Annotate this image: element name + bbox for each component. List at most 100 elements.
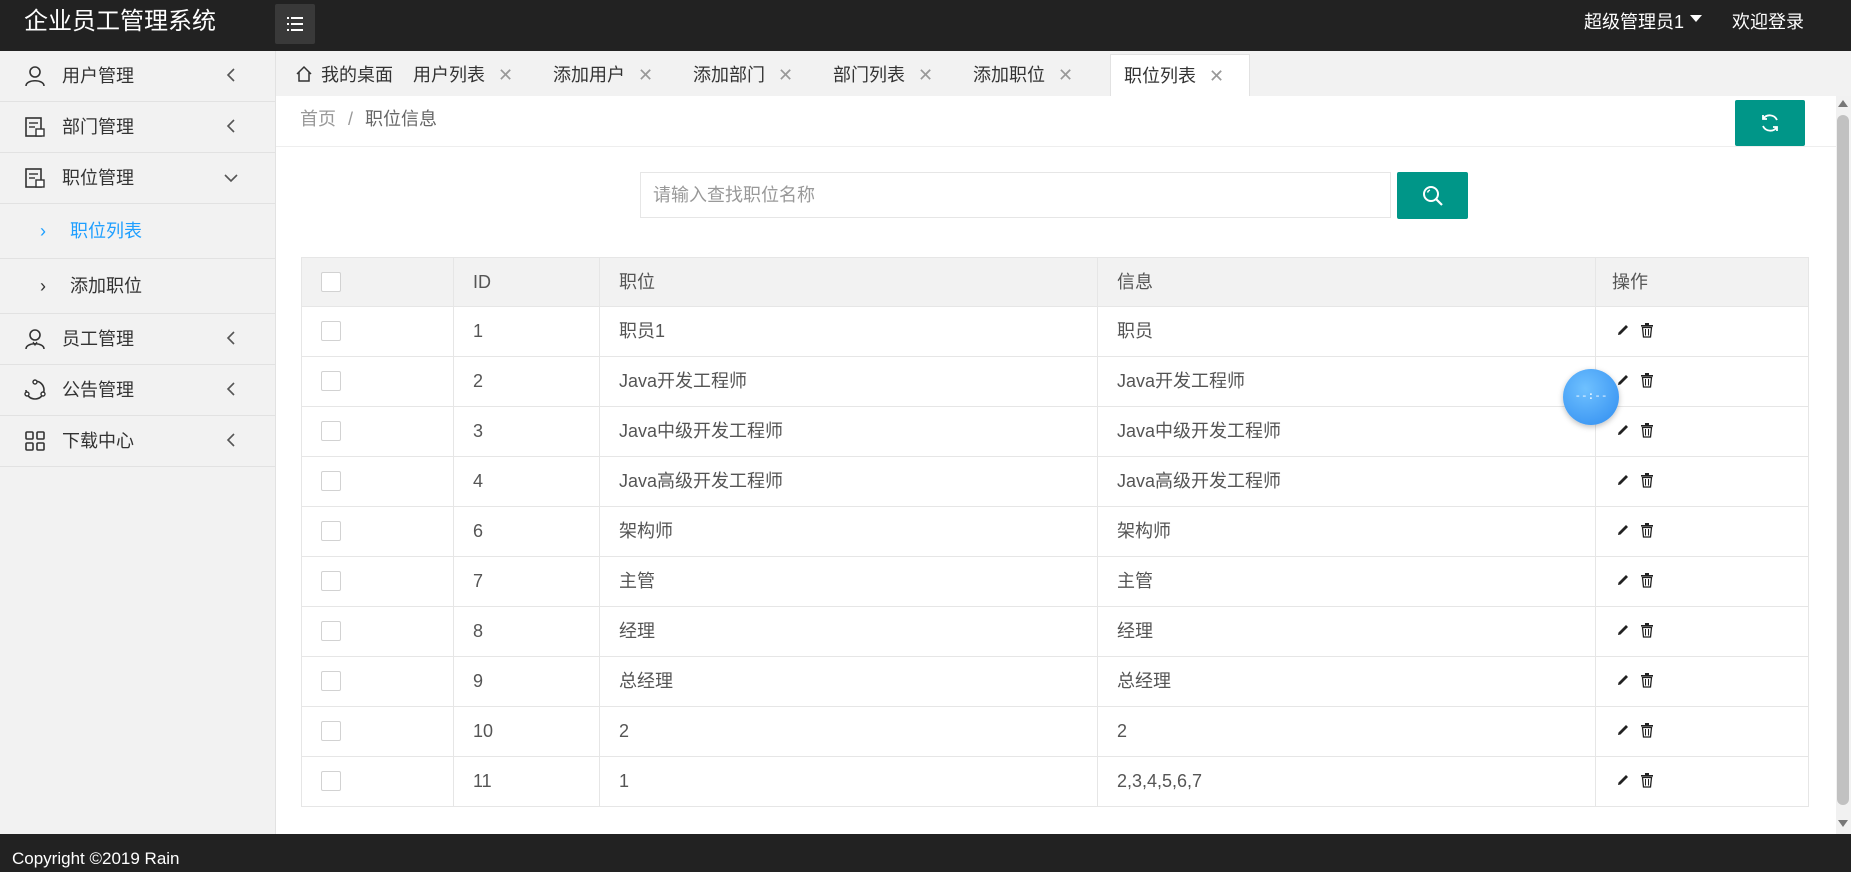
row-checkbox[interactable] <box>321 321 341 341</box>
chevron-left-icon <box>226 68 235 82</box>
info-cell: 总经理 <box>1098 657 1596 706</box>
delete-icon[interactable] <box>1640 523 1654 538</box>
position-value: 2 <box>619 721 630 741</box>
delete-icon[interactable] <box>1640 673 1654 688</box>
info-cell: Java高级开发工程师 <box>1098 457 1596 506</box>
menu-toggle-button[interactable] <box>275 4 315 44</box>
info-value: 经理 <box>1117 621 1153 641</box>
edit-icon[interactable] <box>1616 623 1630 637</box>
edit-icon[interactable] <box>1616 723 1630 737</box>
search-input[interactable] <box>640 172 1391 218</box>
position-cell: 主管 <box>600 557 1098 606</box>
user-icon <box>25 66 45 87</box>
sidebar-item-label: 员工管理 <box>62 329 134 349</box>
position-value: Java中级开发工程师 <box>619 421 784 441</box>
chevron-left-icon <box>226 433 235 447</box>
position-cell: Java中级开发工程师 <box>600 407 1098 456</box>
sidebar-item-downloads[interactable]: 下载中心 <box>0 416 275 467</box>
close-icon[interactable]: ✕ <box>638 64 653 86</box>
edit-icon[interactable] <box>1616 473 1630 487</box>
scroll-up-arrow[interactable] <box>1838 100 1848 107</box>
row-checkbox[interactable] <box>321 521 341 541</box>
row-checkbox[interactable] <box>321 421 341 441</box>
row-checkbox[interactable] <box>321 471 341 491</box>
admin-menu[interactable]: 超级管理员1 <box>1584 10 1684 34</box>
edit-icon[interactable] <box>1616 573 1630 587</box>
row-checkbox[interactable] <box>321 571 341 591</box>
close-icon[interactable]: ✕ <box>1058 64 1073 86</box>
close-icon[interactable]: ✕ <box>498 64 513 86</box>
welcome-link[interactable]: 欢迎登录 <box>1732 10 1804 34</box>
position-value: 1 <box>619 771 630 791</box>
close-icon[interactable]: ✕ <box>1209 65 1224 87</box>
tab-add-position[interactable]: 添加职位 ✕ <box>960 54 1100 96</box>
select-all-checkbox[interactable] <box>321 272 341 292</box>
tab-department-list[interactable]: 部门列表 ✕ <box>820 54 960 96</box>
row-checkbox[interactable] <box>321 621 341 641</box>
edit-icon[interactable] <box>1616 323 1630 337</box>
refresh-button[interactable] <box>1735 100 1805 146</box>
scrollbar-thumb[interactable] <box>1837 115 1849 805</box>
edit-icon[interactable] <box>1616 523 1630 537</box>
caret-down-icon[interactable] <box>1690 15 1702 22</box>
edit-icon[interactable] <box>1616 423 1630 437</box>
search-button[interactable] <box>1397 172 1468 219</box>
actions-cell <box>1596 657 1808 706</box>
tab-bar: 我的桌面 用户列表 ✕ 添加用户 ✕ 添加部门 ✕ 部门列表 ✕ 添加职位 ✕ … <box>276 51 1851 97</box>
table-row: 6 架构师 架构师 <box>302 507 1808 557</box>
tab-position-list[interactable]: 职位列表 ✕ <box>1110 54 1250 97</box>
delete-icon[interactable] <box>1640 373 1654 388</box>
breadcrumb-home[interactable]: 首页 <box>300 109 336 129</box>
scroll-down-arrow[interactable] <box>1838 820 1848 827</box>
edit-icon[interactable] <box>1616 373 1630 387</box>
position-value: 经理 <box>619 621 655 641</box>
position-value: 职员1 <box>619 321 666 341</box>
tab-user-list[interactable]: 用户列表 ✕ <box>400 54 540 96</box>
sidebar-item-departments[interactable]: 部门管理 <box>0 102 275 153</box>
hamburger-icon <box>287 17 303 31</box>
delete-icon[interactable] <box>1640 723 1654 738</box>
window-edge <box>1851 0 1870 872</box>
close-icon[interactable]: ✕ <box>778 64 793 86</box>
row-checkbox[interactable] <box>321 721 341 741</box>
sidebar-item-employees[interactable]: 员工管理 <box>0 314 275 365</box>
close-icon[interactable]: ✕ <box>918 64 933 86</box>
sidebar-subitem-position-list[interactable]: › 职位列表 <box>0 204 275 259</box>
row-checkbox[interactable] <box>321 371 341 391</box>
delete-icon[interactable] <box>1640 773 1654 788</box>
delete-icon[interactable] <box>1640 573 1654 588</box>
breadcrumb-current: 职位信息 <box>365 109 438 129</box>
delete-icon[interactable] <box>1640 623 1654 638</box>
id-value: 7 <box>473 571 484 591</box>
delete-icon[interactable] <box>1640 473 1654 488</box>
delete-icon[interactable] <box>1640 323 1654 338</box>
position-cell: Java高级开发工程师 <box>600 457 1098 506</box>
row-checkbox[interactable] <box>321 671 341 691</box>
select-cell <box>302 657 454 706</box>
top-header: 企业员工管理系统 超级管理员1 欢迎登录 <box>0 0 1870 51</box>
edit-icon[interactable] <box>1616 773 1630 787</box>
id-cell: 8 <box>454 607 600 656</box>
sidebar-item-positions[interactable]: 职位管理 <box>0 153 275 204</box>
position-value: 主管 <box>619 571 655 591</box>
tab-label: 添加部门 <box>693 65 765 85</box>
chevron-right-icon: › <box>40 276 46 296</box>
select-cell <box>302 757 454 806</box>
actions-cell <box>1596 757 1808 806</box>
floating-widget[interactable]: --:-- <box>1563 369 1619 425</box>
department-icon <box>25 117 45 137</box>
sidebar-item-users[interactable]: 用户管理 <box>0 51 275 102</box>
tab-add-user[interactable]: 添加用户 ✕ <box>540 54 680 96</box>
table-row: 8 经理 经理 <box>302 607 1808 657</box>
sidebar-item-label: 下载中心 <box>62 431 134 451</box>
tab-desktop[interactable]: 我的桌面 <box>276 54 400 96</box>
edit-icon[interactable] <box>1616 673 1630 687</box>
row-checkbox[interactable] <box>321 771 341 791</box>
delete-icon[interactable] <box>1640 423 1654 438</box>
info-value: 架构师 <box>1117 521 1171 541</box>
actions-cell <box>1596 407 1808 456</box>
sidebar-item-announcements[interactable]: 公告管理 <box>0 365 275 416</box>
actions-cell <box>1596 307 1808 356</box>
tab-add-department[interactable]: 添加部门 ✕ <box>680 54 820 96</box>
sidebar-subitem-add-position[interactable]: › 添加职位 <box>0 259 275 314</box>
